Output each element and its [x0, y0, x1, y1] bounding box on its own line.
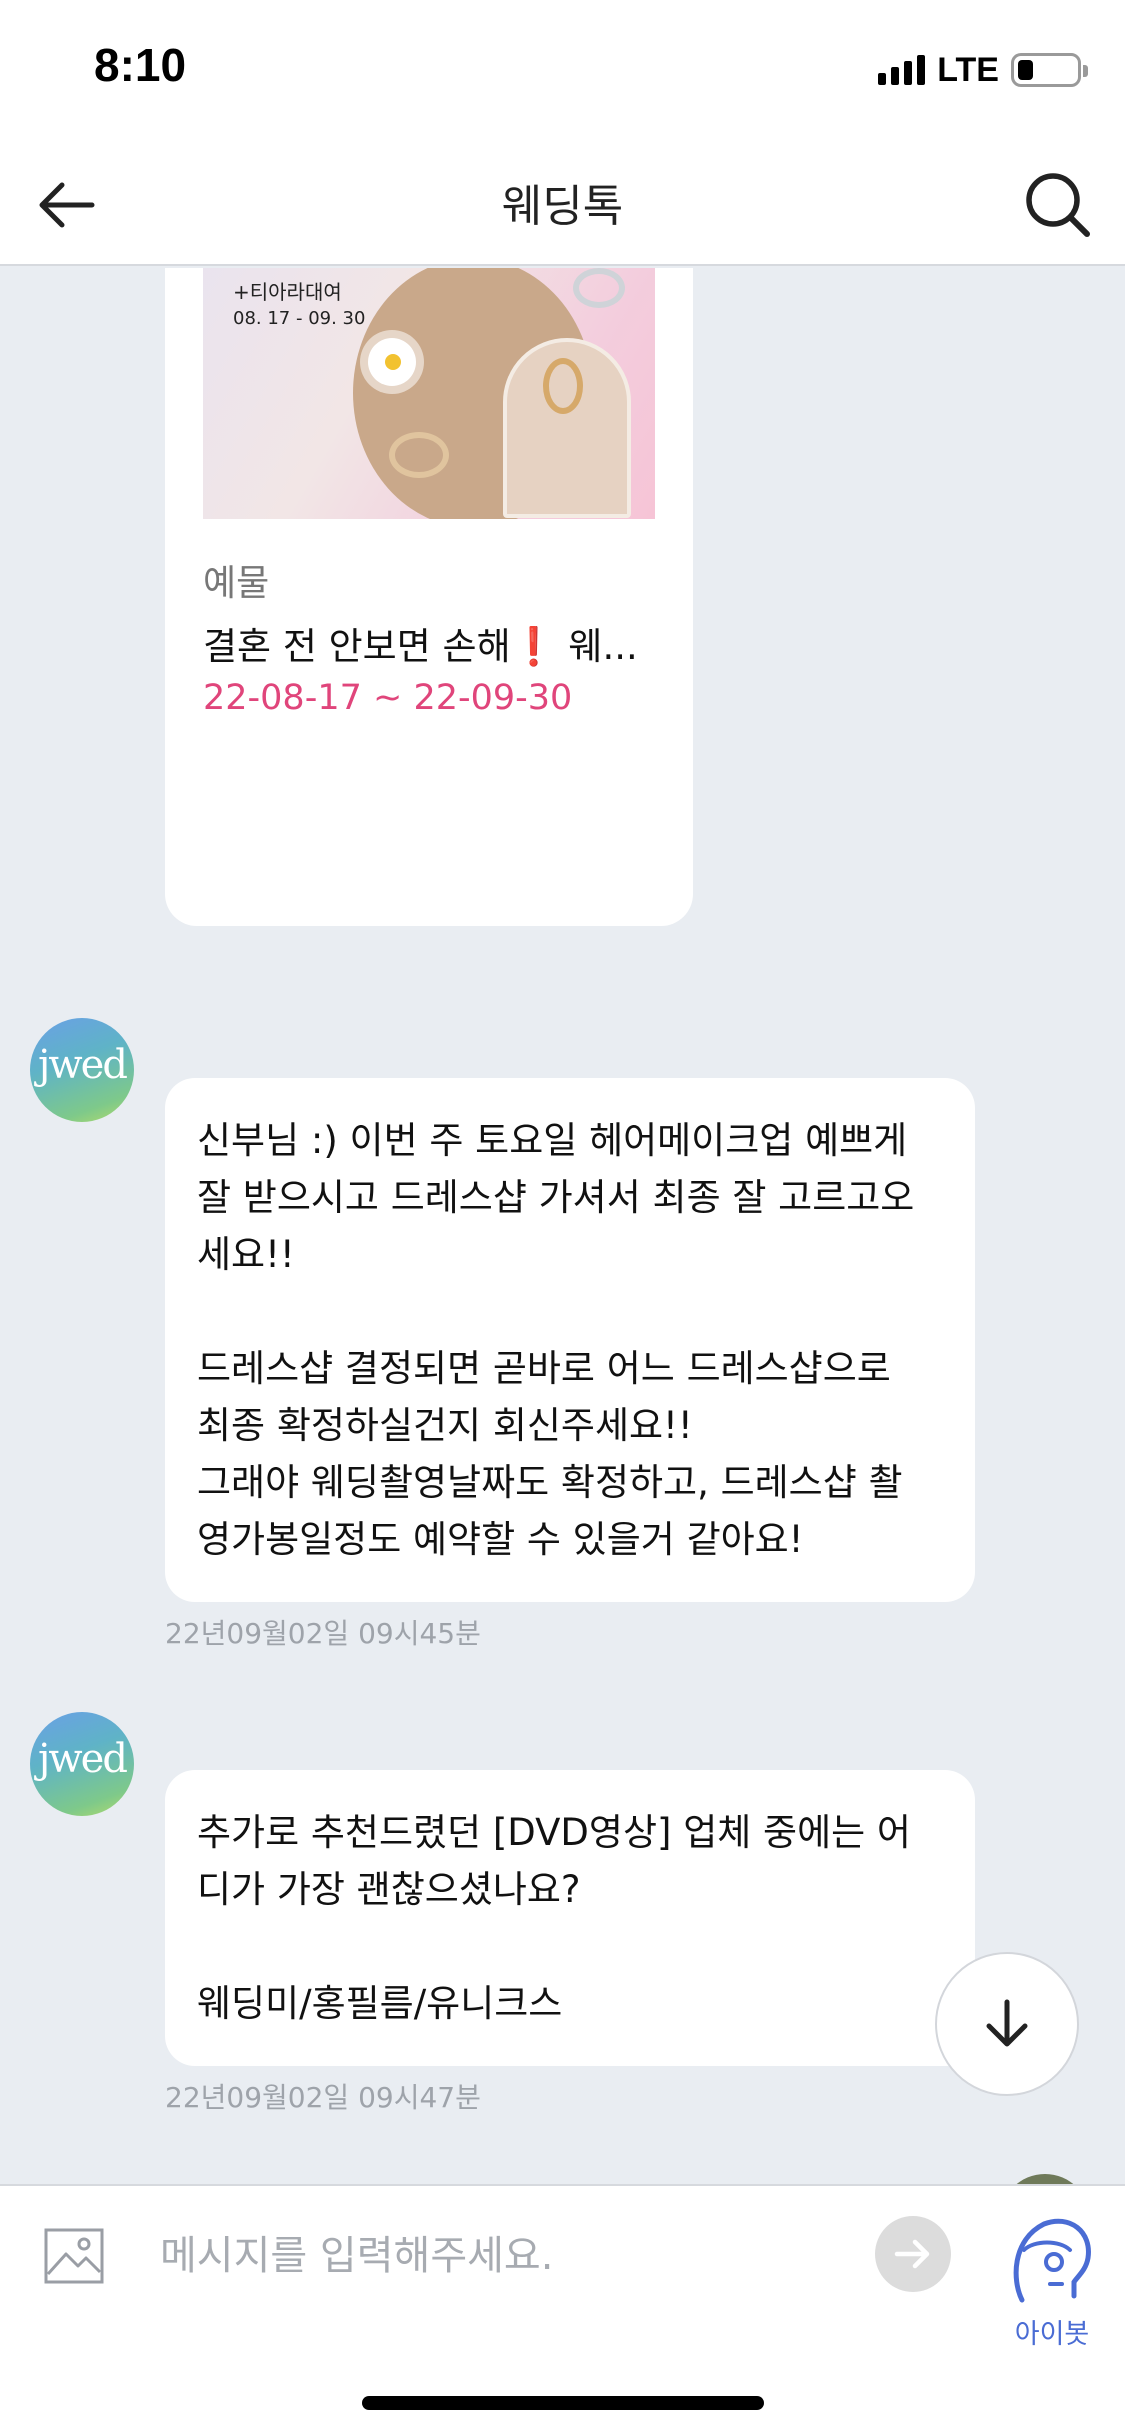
promo-card[interactable]: +티아라대여 08. 17 - 09. 30 예물 결혼 전 안보면 손해❗️ …: [165, 268, 693, 926]
message-bubble: 신부님 :) 이번 주 토요일 헤어메이크업 예쁘게 잘 받으시고 드레스샵 가…: [165, 1078, 975, 1602]
status-bar: 8:10 LTE: [0, 0, 1125, 140]
avatar-logo: jwed: [38, 1042, 128, 1088]
message-timestamp: 22년09월02일 09시47분: [165, 2081, 481, 2114]
avatar[interactable]: jwed: [30, 1712, 134, 1816]
message-line: [197, 1918, 943, 1975]
status-indicators: LTE: [878, 48, 1088, 92]
send-button[interactable]: [875, 2216, 951, 2292]
avatar[interactable]: [1000, 2174, 1090, 2184]
message-line: 그래야 웨딩촬영날짜도 확정하고, 드레스샵 촬: [197, 1461, 903, 1504]
message-input[interactable]: [160, 2216, 840, 2296]
message-bubble: 추가로 추천드렸던 [DVD영상] 업체 중에는 어 디가 가장 괜찮으셨나요?…: [165, 1770, 975, 2066]
message-line: 영가봉일정도 예약할 수 있을거 같아요!: [197, 1518, 804, 1561]
chat-header: 웨딩톡: [0, 140, 1125, 266]
search-button[interactable]: [1021, 168, 1093, 240]
message-timestamp: 22년09월02일 09시45분: [165, 1617, 481, 1650]
promo-date-range: 22-08-17 ~ 22-09-30: [203, 678, 573, 718]
scroll-to-bottom-button[interactable]: [935, 1952, 1079, 2096]
message-line: 드레스샵 결정되면 곧바로 어느 드레스샵으로: [197, 1347, 891, 1390]
ibot-label: 아이봇: [1014, 2319, 1090, 2350]
arrow-down-icon: [986, 1999, 1028, 2047]
promo-image: +티아라대여 08. 17 - 09. 30: [203, 268, 655, 519]
avatar[interactable]: jwed: [30, 1018, 134, 1122]
chat-message-list[interactable]: +티아라대여 08. 17 - 09. 30 예물 결혼 전 안보면 손해❗️ …: [0, 268, 1125, 2184]
promo-image-date: 08. 17 - 09. 30: [233, 308, 366, 329]
message-line: 세요!!: [197, 1233, 295, 1276]
message-line: [197, 1283, 943, 1340]
message-line: 웨딩미/홍필름/유니크스: [197, 1982, 563, 2025]
promo-image-text: +티아라대여: [233, 280, 342, 304]
signal-icon: [878, 55, 926, 85]
battery-icon: [1011, 53, 1088, 87]
home-indicator[interactable]: [362, 2396, 764, 2410]
status-time: 8:10: [94, 39, 187, 91]
message-line: 추가로 추천드렸던 [DVD영상] 업체 중에는 어: [197, 1811, 911, 1854]
robot-head-icon: [1013, 2218, 1091, 2303]
battery-level: [1018, 60, 1033, 80]
ibot-button[interactable]: [1004, 2210, 1096, 2310]
search-icon: [1026, 173, 1090, 237]
send-arrow-icon: [894, 2239, 930, 2269]
avatar-logo: jwed: [38, 1736, 128, 1782]
promo-title: 결혼 전 안보면 손해❗️ 웨...: [203, 625, 638, 668]
message-line: 디가 가장 괜찮으셨나요?: [197, 1868, 581, 1911]
page-title: 웨딩톡: [501, 181, 624, 232]
promo-brand: 예물: [203, 563, 270, 604]
message-line: 최종 확정하실건지 회신주세요!!: [197, 1404, 693, 1447]
attach-image-button[interactable]: [44, 2226, 104, 2286]
image-icon: [44, 2228, 104, 2284]
message-line: 잘 받으시고 드레스샵 가셔서 최종 잘 고르고오: [197, 1176, 915, 1219]
network-label: LTE: [937, 50, 999, 89]
message-line: 신부님 :) 이번 주 토요일 헤어메이크업 예쁘게: [197, 1119, 908, 1162]
